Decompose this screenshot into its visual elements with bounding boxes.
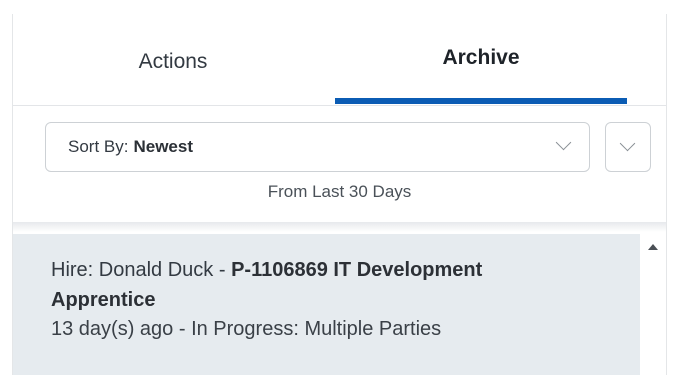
sort-by-label: Sort By: (68, 137, 129, 156)
tab-archive-label: Archive (442, 45, 520, 69)
chevron-down-icon (619, 135, 636, 152)
tab-archive[interactable]: Archive (335, 14, 627, 105)
tab-actions-label: Actions (138, 49, 208, 73)
item-status: 13 day(s) ago - In Progress: Multiple Pa… (51, 318, 442, 340)
sort-by-value: Newest (133, 137, 193, 156)
item-title-prefix: Hire: Donald Duck - (51, 259, 232, 281)
triangle-up-icon[interactable] (648, 244, 658, 250)
scrollbar[interactable] (640, 234, 666, 375)
chevron-down-icon (555, 134, 572, 151)
archive-list: Hire: Donald Duck - P-1106869 IT Develop… (13, 234, 640, 375)
tab-actions[interactable]: Actions (13, 14, 333, 105)
sort-by-select[interactable]: Sort By: Newest (45, 122, 590, 172)
inbox-panel: Actions Archive Sort By: Newest From Las… (12, 14, 667, 375)
date-range-note: From Last 30 Days (267, 182, 412, 201)
tab-bar: Actions Archive (13, 14, 666, 106)
active-tab-indicator (335, 98, 627, 104)
list-item[interactable]: Hire: Donald Duck - P-1106869 IT Develop… (13, 234, 640, 375)
filter-dropdown-button[interactable] (605, 122, 651, 172)
item-title: Hire: Donald Duck - P-1106869 IT Develop… (51, 255, 591, 315)
archive-page: Actions Archive Sort By: Newest From Las… (0, 0, 679, 375)
section-divider (13, 222, 666, 232)
